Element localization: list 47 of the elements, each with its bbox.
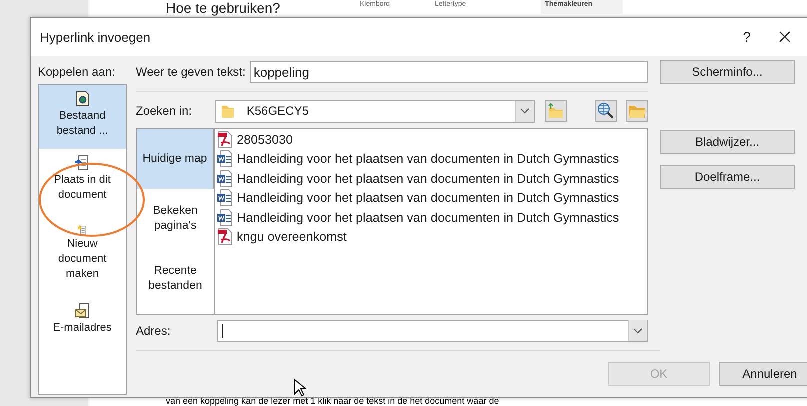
side-button[interactable]: Bladwijzer... bbox=[660, 130, 795, 154]
link-to-label: Koppelen aan: bbox=[38, 64, 116, 81]
side-button[interactable]: Scherminfo... bbox=[660, 60, 795, 84]
field-label: Zoeken in: bbox=[136, 104, 194, 118]
file-item[interactable]: 28053030 bbox=[217, 130, 645, 150]
folder-up-icon bbox=[547, 103, 566, 119]
file-item[interactable]: Handleiding voor het plaatsen van documenten in Dutch Gymnastics bbox=[217, 208, 645, 228]
link-type-item[interactable]: Plaats in dit document bbox=[39, 149, 126, 213]
folder-icon bbox=[628, 104, 646, 118]
file-item[interactable]: kngu overeenkomst bbox=[217, 228, 645, 247]
side-button[interactable]: Doelframe... bbox=[660, 165, 795, 189]
document-heading: Hoe te gebruiken? bbox=[166, 0, 280, 17]
pdf-file-icon bbox=[217, 228, 233, 246]
link-type-item[interactable]: E-mailadres bbox=[39, 297, 126, 361]
word-file-icon bbox=[217, 170, 233, 188]
folder-icon bbox=[220, 103, 235, 119]
cursor-icon bbox=[294, 379, 306, 397]
chevron-icon bbox=[520, 108, 530, 114]
address-field[interactable] bbox=[217, 320, 648, 342]
link-type-item[interactable]: Bestaand bestand ... bbox=[39, 85, 126, 149]
display-text-field[interactable]: koppeling bbox=[250, 61, 648, 83]
browse-section-tab[interactable]: Recente bestanden bbox=[137, 249, 214, 309]
field-label: Weer te geven tekst: bbox=[136, 65, 246, 79]
document-arrow-icon bbox=[74, 155, 90, 171]
word-file-icon bbox=[217, 189, 233, 208]
email-document-icon bbox=[74, 303, 90, 319]
word-file-icon bbox=[217, 150, 233, 168]
browse-folder-button[interactable] bbox=[626, 100, 648, 122]
dialog-button[interactable]: Annuleren bbox=[719, 362, 807, 386]
link-type-item[interactable]: Nieuw document maken bbox=[39, 219, 126, 283]
look-in-dropdown[interactable]: K56GECY5 bbox=[214, 100, 536, 122]
chevron-icon bbox=[633, 328, 643, 334]
window-title: Hyperlink invoegen bbox=[40, 30, 152, 44]
globe-search-icon bbox=[597, 102, 616, 120]
browse-section-tab[interactable]: Bekeken pagina's bbox=[137, 189, 214, 249]
field-label: Adres: bbox=[136, 324, 172, 338]
help-button[interactable]: ? bbox=[733, 29, 761, 45]
file-item[interactable]: Handleiding voor het plaatsen van documenten in Dutch Gymnastics bbox=[217, 150, 645, 169]
pdf-file-icon bbox=[217, 130, 233, 149]
file-item[interactable]: Handleiding voor het plaatsen van documenten in Dutch Gymnastics bbox=[217, 188, 645, 208]
close-icon[interactable] bbox=[779, 31, 791, 43]
word-file-icon bbox=[217, 208, 233, 227]
up-folder-button[interactable] bbox=[545, 100, 568, 122]
file-item[interactable]: Handleiding voor het plaatsen van documenten in Dutch Gymnastics bbox=[217, 169, 645, 188]
browse-section-tab[interactable]: Huidige map bbox=[137, 129, 214, 189]
document-globe-icon bbox=[76, 91, 90, 107]
web-search-button[interactable] bbox=[595, 100, 618, 122]
